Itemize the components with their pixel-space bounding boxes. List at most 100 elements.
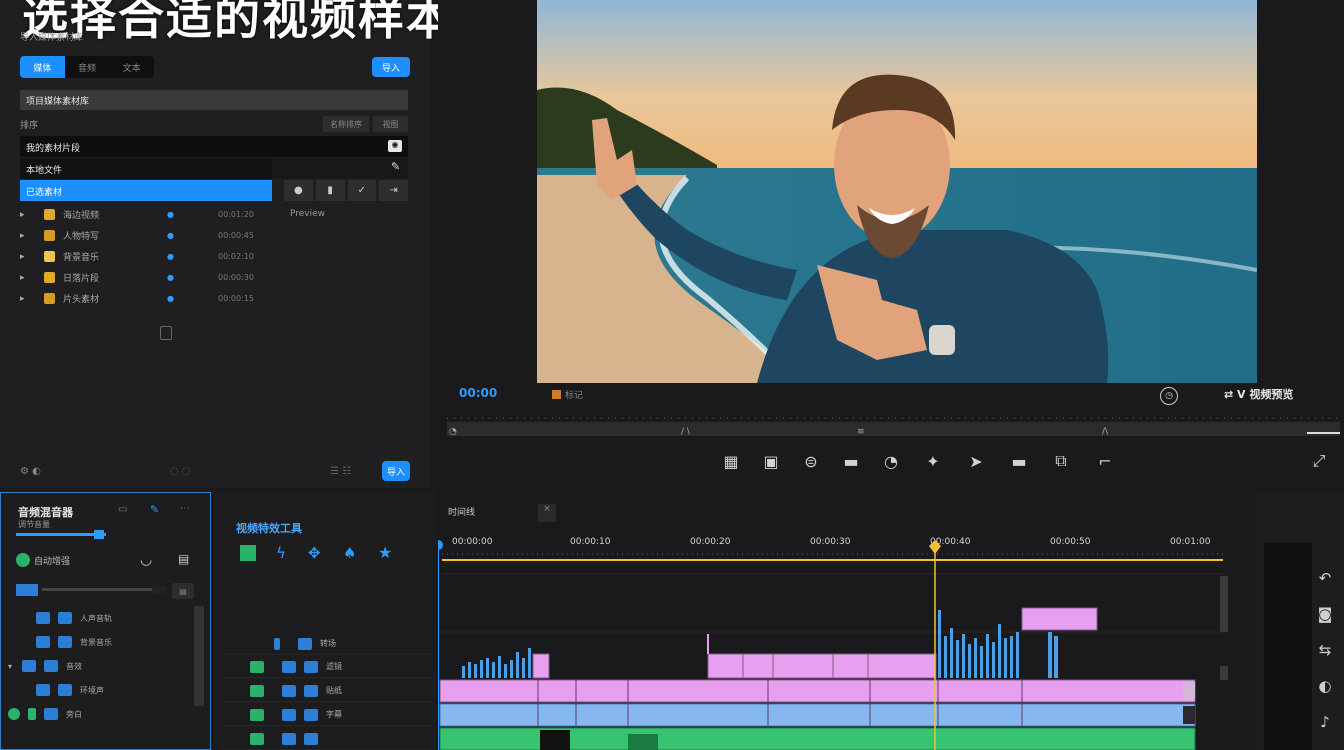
filter-text: 排序 bbox=[20, 121, 39, 131]
footer-import-button[interactable]: 导入 bbox=[382, 461, 410, 481]
playback-scrubber[interactable]: ◔ / \ ≡ /\ bbox=[447, 410, 1340, 438]
media-toolbar: ● ▮ ✓ ⇥ bbox=[284, 180, 408, 201]
preview-thumbnail-area bbox=[1264, 543, 1312, 750]
preview-label: Preview bbox=[290, 209, 326, 219]
timeline-tracks[interactable] bbox=[438, 540, 1228, 750]
expand-icon[interactable]: ⤢ bbox=[1308, 450, 1330, 472]
effect-row[interactable]: 贴纸 bbox=[222, 680, 432, 702]
audio-row[interactable]: 环境声 bbox=[8, 680, 198, 700]
file-item[interactable]: ▸ 日落片段 ● 00:00:30 bbox=[20, 267, 280, 288]
flame-icon[interactable]: ♠ bbox=[343, 544, 356, 562]
audio-row[interactable]: 人声音轨 bbox=[8, 608, 198, 628]
sticker-icon[interactable]: ✥ bbox=[308, 544, 321, 562]
level-meter bbox=[42, 588, 152, 591]
view-button[interactable]: 视图 bbox=[373, 116, 408, 132]
tab-audio[interactable]: 音频 bbox=[65, 56, 110, 78]
effect-row[interactable]: 字幕 bbox=[222, 704, 432, 726]
svg-text:/ \: / \ bbox=[681, 427, 691, 437]
crop-icon[interactable]: ▣ bbox=[760, 450, 782, 472]
arrow-icon[interactable]: ➤ bbox=[965, 450, 987, 472]
list-view-icon[interactable]: ☰ ☷ bbox=[330, 466, 351, 477]
audio-title: 音频混音器 bbox=[18, 506, 73, 519]
export-icon[interactable]: ⇄ bbox=[1224, 388, 1237, 401]
file-item[interactable]: ▸ 片头素材 ● 00:00:15 bbox=[20, 288, 280, 309]
link-icon[interactable]: ⇆ bbox=[1314, 640, 1336, 660]
video-frame bbox=[537, 0, 1257, 383]
save-icon[interactable]: ▤ bbox=[178, 552, 189, 566]
meter-button[interactable]: ▤ bbox=[172, 583, 194, 599]
tab-close-icon[interactable]: × bbox=[538, 504, 556, 522]
volume-slider[interactable] bbox=[16, 533, 106, 536]
effect-row[interactable]: 转场 bbox=[222, 633, 432, 655]
file-item[interactable]: ▸ 背景音乐 ● 00:02:10 bbox=[20, 246, 280, 267]
split-icon[interactable]: ⧉ bbox=[1050, 450, 1072, 472]
speed-icon[interactable]: ◔ bbox=[880, 450, 902, 472]
more-icon[interactable]: ⋯ bbox=[180, 503, 190, 514]
audio-header-icons[interactable]: ▭ bbox=[118, 504, 127, 515]
folder-icon bbox=[44, 293, 55, 304]
tab-media[interactable]: 媒体 bbox=[20, 56, 65, 78]
timecode-left: 00:00 bbox=[459, 386, 498, 400]
page-title: 选择合适的视频样本 bbox=[22, 0, 454, 45]
minus-icon[interactable]: ▬ bbox=[840, 450, 862, 472]
media-header: 导入媒体素材库 bbox=[20, 33, 84, 43]
file-item[interactable]: ▸ 海边视频 ● 00:01:20 bbox=[20, 204, 280, 225]
timeline-tab[interactable]: 时间线 bbox=[448, 505, 475, 518]
svg-text:≡: ≡ bbox=[857, 427, 865, 437]
effects-title: 视频特效工具 bbox=[236, 522, 302, 535]
effect-row[interactable]: 滤镜 bbox=[222, 656, 432, 678]
import-button[interactable]: 导入 bbox=[372, 57, 410, 77]
file-item[interactable]: ▸ 人物特写 ● 00:00:45 bbox=[20, 225, 280, 246]
grid-icon[interactable]: ▦ bbox=[720, 450, 742, 472]
undo-icon[interactable]: ↶ bbox=[1314, 568, 1336, 588]
status-icons: ◌ ◌ bbox=[170, 466, 191, 477]
headphone-icon[interactable]: ◡ bbox=[140, 552, 152, 568]
square-icon[interactable]: ▮ bbox=[315, 180, 345, 201]
audio-row[interactable]: ▾ 音效 bbox=[8, 656, 198, 676]
svg-text:/\: /\ bbox=[1102, 427, 1109, 437]
auto-enhance-toggle[interactable]: 自动增强 bbox=[16, 553, 70, 567]
media-tabs: 媒体 音频 文本 bbox=[20, 56, 154, 78]
marker[interactable]: 标记 bbox=[552, 388, 583, 401]
filter-icon[interactable]: ϟ bbox=[276, 544, 286, 562]
video-preview[interactable] bbox=[537, 0, 1257, 383]
folder-icon bbox=[44, 230, 55, 241]
meter-icon bbox=[16, 584, 38, 596]
svg-text:◔: ◔ bbox=[449, 427, 457, 437]
dot-icon[interactable]: ● bbox=[284, 180, 313, 201]
caption-icon[interactable]: ▬ bbox=[1008, 450, 1030, 472]
page-icon[interactable] bbox=[160, 326, 172, 340]
effect-row[interactable] bbox=[222, 728, 432, 750]
camera-icon[interactable]: ◉ bbox=[388, 140, 402, 152]
audio-subtitle: 调节音量 bbox=[18, 520, 50, 529]
transition-icon[interactable] bbox=[240, 545, 256, 561]
mask-icon[interactable]: ⊜ bbox=[800, 450, 822, 472]
check-icon[interactable]: ✓ bbox=[347, 180, 377, 201]
trim-icon[interactable]: ⌐ bbox=[1094, 450, 1116, 472]
snapshot-icon[interactable]: ◙ bbox=[1314, 604, 1336, 624]
settings-icon[interactable]: ⚙ ◐ bbox=[20, 466, 41, 477]
media-row-selected[interactable]: 已选素材 bbox=[20, 180, 272, 201]
folder-icon bbox=[44, 251, 55, 262]
audio-scrollbar[interactable] bbox=[194, 606, 204, 706]
media-row-local[interactable]: 本地文件 bbox=[20, 158, 272, 179]
volume-handle[interactable] bbox=[94, 530, 104, 539]
media-row-mine[interactable]: 我的素材片段 bbox=[20, 136, 272, 157]
edit-icon[interactable]: ✎ bbox=[150, 503, 159, 516]
marker-icon bbox=[552, 390, 561, 399]
magic-icon[interactable]: ✦ bbox=[922, 450, 944, 472]
toggle-icon bbox=[16, 553, 30, 567]
audio-toggle-icon[interactable]: ◐ bbox=[1314, 676, 1336, 696]
expand-icon[interactable]: ⇥ bbox=[379, 180, 408, 201]
tab-text[interactable]: 文本 bbox=[109, 56, 154, 78]
clock-icon[interactable]: ◷ bbox=[1160, 387, 1178, 405]
media-row-local-right bbox=[272, 158, 408, 179]
sort-button[interactable]: 名称排序 bbox=[323, 116, 369, 132]
volume-icon[interactable]: ♪ bbox=[1314, 712, 1336, 732]
audio-row[interactable]: 旁白 bbox=[8, 704, 198, 724]
star-icon[interactable]: ★ bbox=[378, 543, 392, 562]
folder-icon bbox=[44, 272, 55, 283]
pen-icon[interactable]: ✎ bbox=[391, 160, 400, 173]
audio-row[interactable]: 背景音乐 bbox=[8, 632, 198, 652]
preview-right-label: ⇄ V 视频预览 bbox=[1224, 388, 1294, 401]
